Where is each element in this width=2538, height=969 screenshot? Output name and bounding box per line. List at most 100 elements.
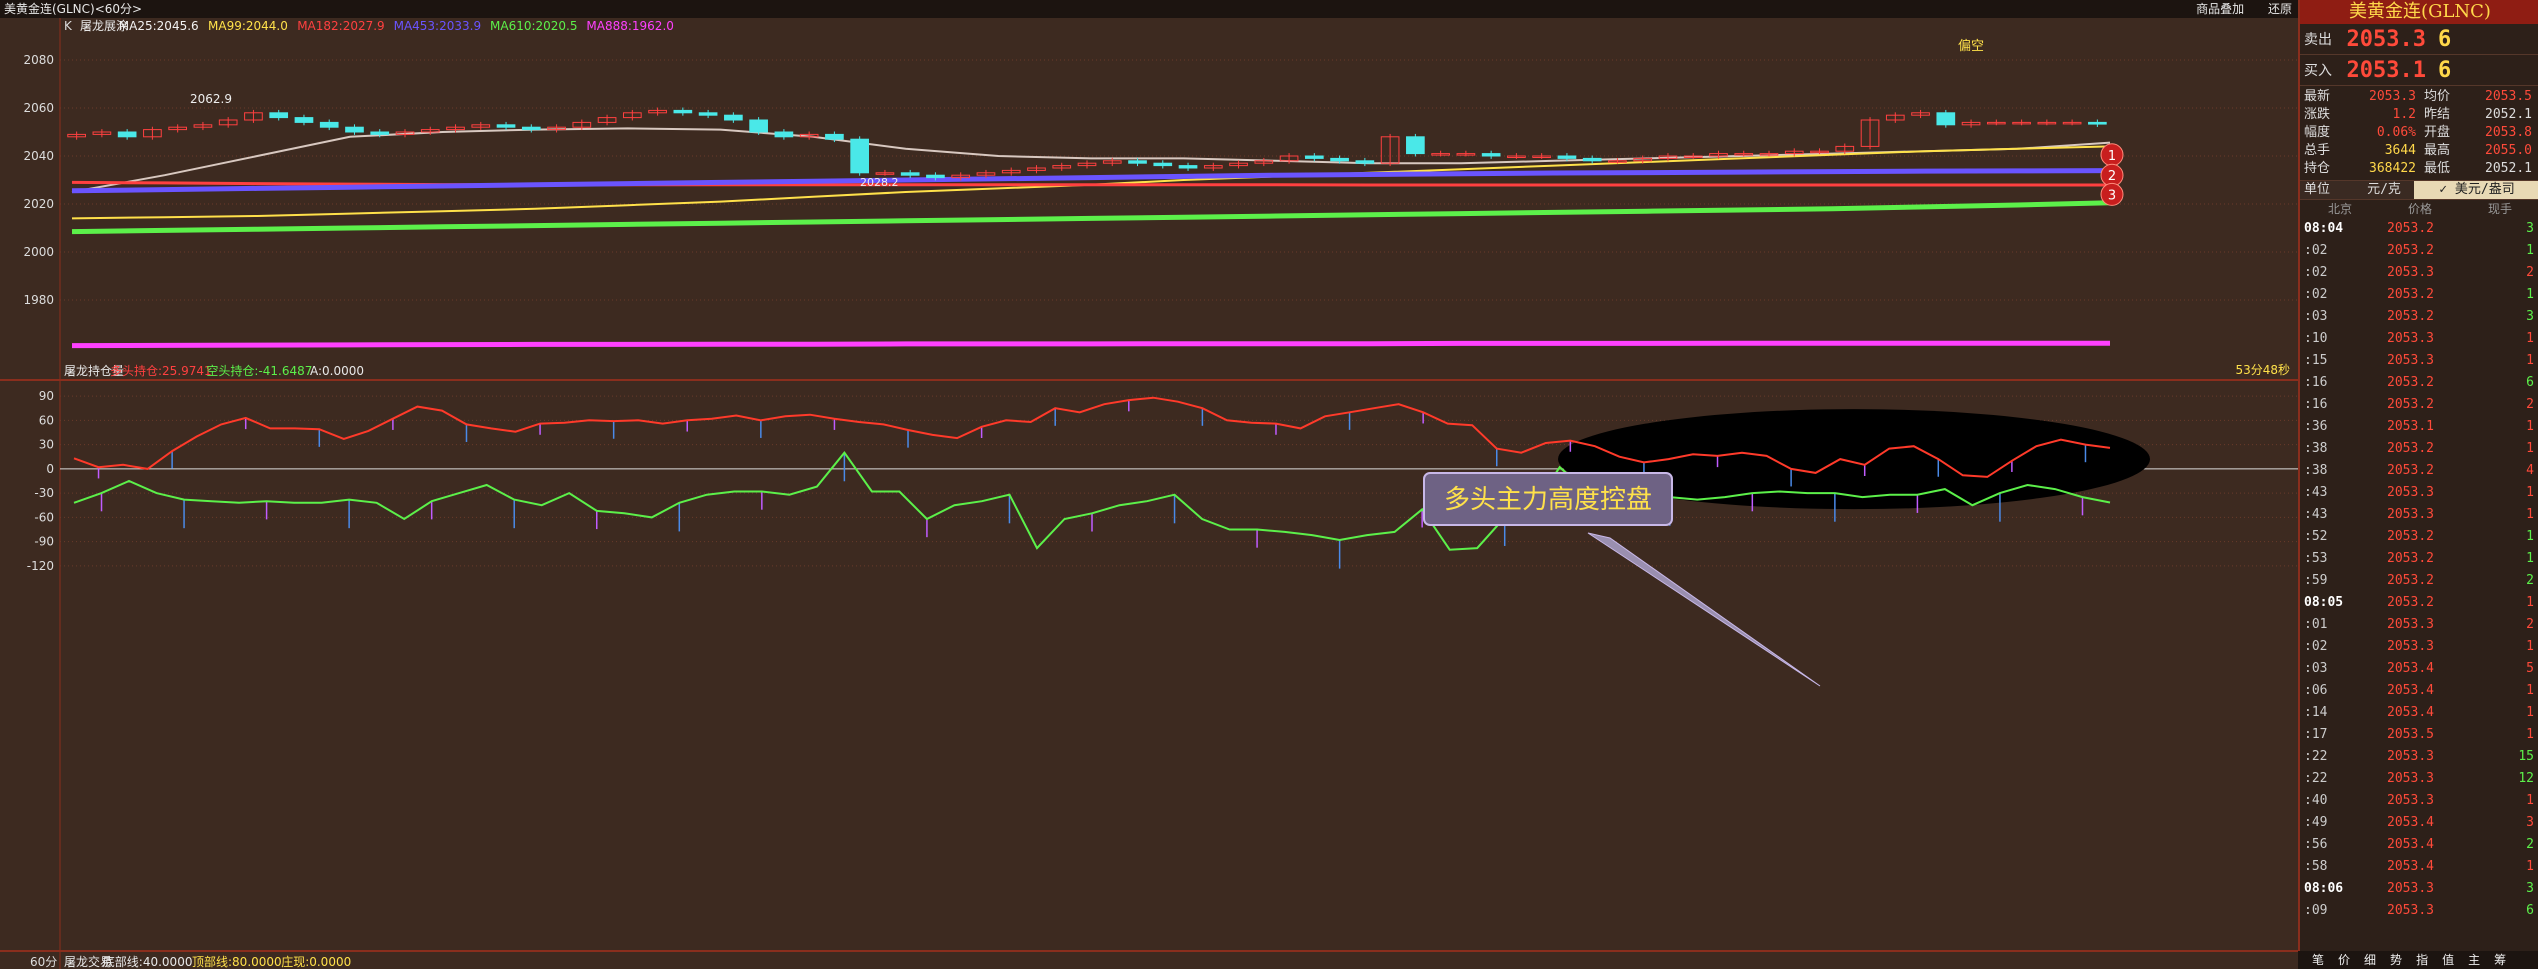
tick-price: 2053.2 [2387, 397, 2434, 412]
tick-header-price: 价格 [2407, 202, 2432, 216]
legend-item: 底部线:40.0000 [103, 954, 193, 969]
candle-body [673, 109, 693, 114]
candle-body [496, 124, 516, 128]
stat-value-2: 2052.1 [2485, 161, 2532, 176]
tick-volume: 1 [2526, 529, 2534, 544]
quote-stats: 最新 2053.3 均价 2053.5 涨跌 1.2 昨结 2052.1 幅度 0.06% 开盘 20… [2300, 86, 2538, 181]
tick-volume: 3 [2526, 815, 2534, 830]
side-tab[interactable]: 笔 [2312, 953, 2324, 967]
marker-label: 2 [2108, 169, 2116, 184]
candle-body [850, 138, 870, 174]
tick-row: 08:06 2053.3 3 [2300, 878, 2538, 900]
tick-price: 2053.2 [2387, 243, 2434, 258]
tick-time: :59 [2304, 573, 2328, 588]
tick-row: :43 2053.3 1 [2300, 504, 2538, 526]
ma-line-ma888 [71, 340, 2110, 349]
tick-price: 2053.3 [2387, 903, 2434, 918]
candle-body [1178, 165, 1198, 169]
tick-time: :17 [2304, 727, 2328, 742]
tick-volume: 1 [2526, 419, 2534, 434]
side-tab[interactable]: 指 [2416, 953, 2428, 967]
candle-body [749, 119, 768, 133]
tick-list[interactable]: 08:04 2053.2 3:02 2053.2 1:02 2053.3 2:02 2053.… [2300, 218, 2538, 922]
tick-time: :38 [2304, 441, 2328, 456]
tick-row: :10 2053.3 1 [2300, 328, 2538, 350]
stat-label: 持仓 [2304, 161, 2331, 176]
side-tab[interactable]: 筹 [2494, 953, 2506, 967]
side-tab[interactable]: 细 [2364, 953, 2376, 967]
tick-time: :22 [2304, 749, 2328, 764]
stat-row: 持仓 368422 最低 2052.1 [2300, 160, 2538, 178]
tick-volume: 1 [2526, 793, 2534, 808]
tick-time: :15 [2304, 353, 2328, 368]
legend-item: 多头持仓:25.9741 [110, 363, 212, 378]
side-tab[interactable]: 主 [2468, 953, 2480, 967]
tick-price: 2053.3 [2387, 881, 2434, 896]
legend-item: MA25:2045.6 [119, 19, 199, 33]
tick-volume: 1 [2526, 683, 2534, 698]
stat-label-2: 昨结 [2424, 107, 2451, 122]
stat-value: 0.06% [2376, 125, 2416, 140]
tick-time: :43 [2304, 507, 2328, 522]
tick-time: :02 [2304, 639, 2328, 654]
candle-body [1582, 157, 1602, 162]
candle-body [117, 131, 137, 138]
tick-header-time: 北京 [2327, 202, 2352, 216]
unit-selector: 单位 元/克 ✓ 美元/盎司 [2300, 181, 2538, 200]
tick-time: :02 [2304, 243, 2328, 258]
candle-body [1936, 112, 1956, 126]
candle-body [926, 174, 945, 179]
tick-row: :06 2053.4 1 [2300, 680, 2538, 702]
side-tabs: 笔价细势指值主筹 [2298, 951, 2538, 969]
tick-volume: 1 [2526, 287, 2534, 302]
kline-chart[interactable]: 2080 2060 2040 2020 2000 1980 90 60 30 0 -30 -60 -90… [0, 18, 2298, 969]
side-tab[interactable]: 值 [2442, 953, 2454, 967]
side-tab[interactable]: 价 [2338, 953, 2350, 967]
tick-time: :16 [2304, 375, 2328, 390]
tick-volume: 1 [2526, 551, 2534, 566]
tick-row: :03 2053.2 3 [2300, 306, 2538, 328]
candle-body [1128, 160, 1147, 164]
tick-volume: 1 [2526, 595, 2534, 610]
tick-time: 08:05 [2304, 595, 2344, 610]
candle-body [345, 126, 364, 133]
tick-time: :52 [2304, 529, 2328, 544]
stat-label-2: 最高 [2424, 143, 2451, 158]
stat-label: 涨跌 [2304, 107, 2331, 122]
sell-volume: 6 [2438, 26, 2452, 52]
tick-time: :02 [2304, 265, 2328, 280]
tick-volume: 1 [2526, 639, 2534, 654]
tick-volume: 1 [2526, 243, 2534, 258]
buy-volume: 6 [2438, 57, 2452, 83]
candle-body [1153, 162, 1173, 167]
y-tick-label: 2000 [23, 245, 54, 259]
unit-option-usd[interactable]: ✓ 美元/盎司 [2414, 181, 2538, 199]
tick-row: :38 2053.2 4 [2300, 460, 2538, 482]
tick-price: 2053.4 [2387, 837, 2434, 852]
tick-volume: 4 [2526, 463, 2534, 478]
stat-value-2: 2053.8 [2485, 125, 2532, 140]
tick-time: :06 [2304, 683, 2328, 698]
tick-row: :22 2053.3 15 [2300, 746, 2538, 768]
unit-option-yuan[interactable]: 元/克 [2354, 181, 2414, 199]
legend-item: MA610:2020.5 [490, 19, 578, 33]
tick-volume: 1 [2526, 705, 2534, 720]
tick-volume: 3 [2526, 221, 2534, 236]
candle-body [294, 117, 314, 123]
tick-price: 2053.4 [2387, 683, 2434, 698]
tick-price: 2053.4 [2387, 859, 2434, 874]
tick-price: 2053.2 [2387, 441, 2434, 456]
tick-row: 08:05 2053.2 1 [2300, 592, 2538, 614]
low-label: 2028.2 [860, 176, 899, 189]
stat-label: 总手 [2304, 143, 2331, 158]
tick-price: 2053.5 [2387, 727, 2434, 742]
tick-row: :03 2053.4 5 [2300, 658, 2538, 680]
tick-volume: 6 [2526, 903, 2534, 918]
restore-button[interactable]: 还原 [2268, 2, 2292, 16]
tick-volume: 1 [2526, 331, 2534, 346]
tick-time: :14 [2304, 705, 2328, 720]
side-tab[interactable]: 势 [2390, 953, 2402, 967]
tick-time: :38 [2304, 463, 2328, 478]
overlay-button[interactable]: 商品叠加 [2196, 2, 2244, 16]
buy-price: 2053.1 [2346, 57, 2426, 83]
